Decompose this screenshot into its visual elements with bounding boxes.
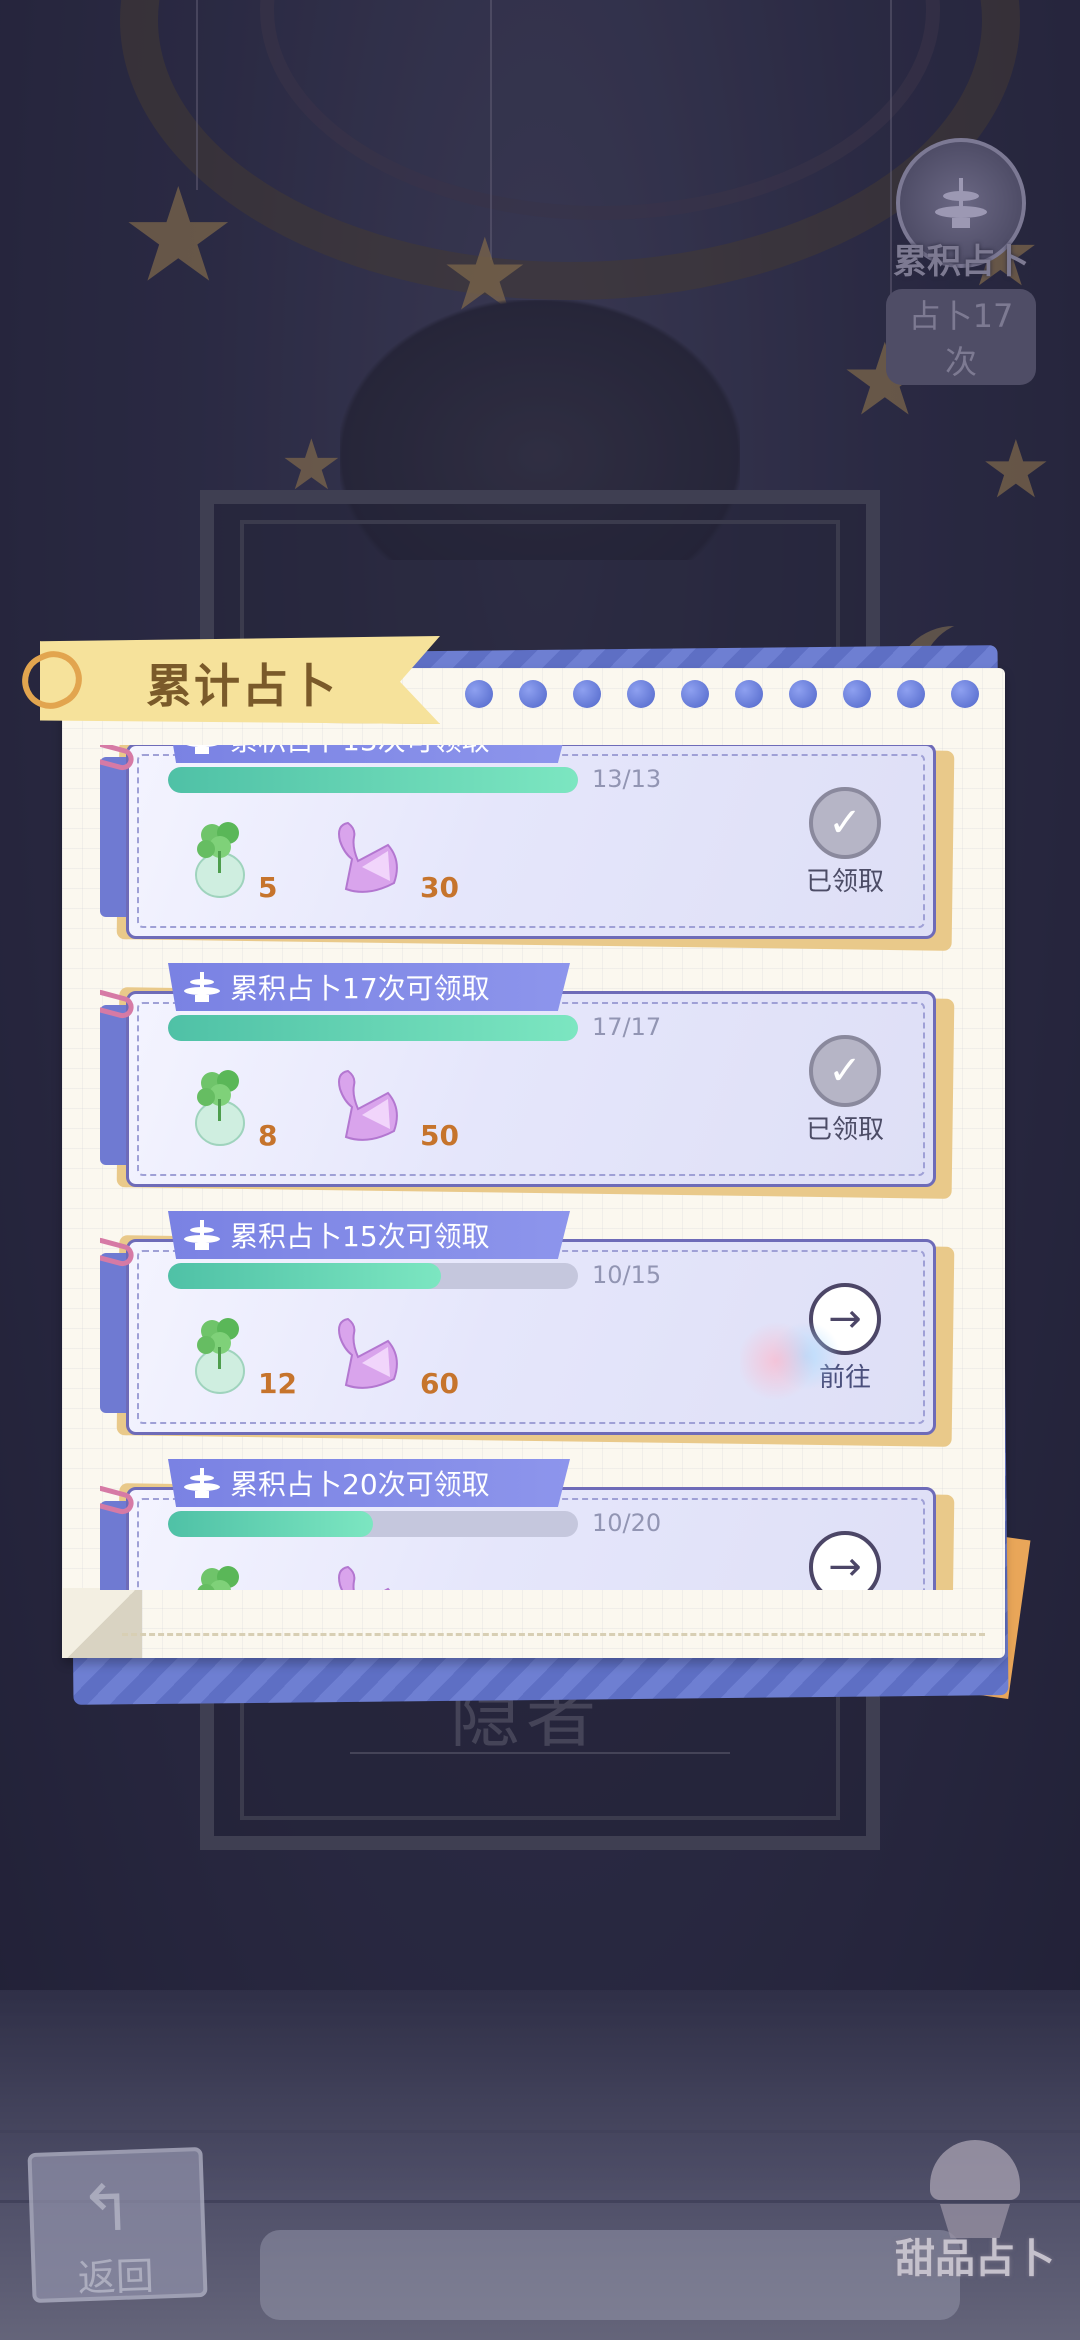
badge-count: 占卜17次 xyxy=(886,289,1036,385)
back-arrow-icon: ↰ xyxy=(78,2171,135,2248)
progress-bar xyxy=(168,1511,578,1537)
task-header: 累积占卜20次可领取 xyxy=(168,1459,570,1507)
task-header: 累积占卜13次可领取 xyxy=(168,745,570,763)
panel-title: 累计占卜 xyxy=(146,659,338,713)
binder-ring xyxy=(681,680,709,708)
claimed-button[interactable]: ✓ 已领取 xyxy=(790,787,900,898)
badge-label: 累积占卜 xyxy=(893,242,1029,282)
task-title: 累积占卜17次可领取 xyxy=(230,972,490,1005)
reward-qty: 50 xyxy=(420,1119,459,1152)
task-list[interactable]: 累积占卜13次可领取 13/13 5 30 ✓ 已领取 xyxy=(100,745,980,1590)
fountain-icon xyxy=(184,972,220,1002)
panel-title-tag: 累计占卜 xyxy=(40,636,440,724)
back-label: 返回 xyxy=(77,2253,155,2301)
binder-ring xyxy=(789,680,817,708)
task-card-1: 累积占卜13次可领取 13/13 5 30 ✓ 已领取 xyxy=(100,745,960,951)
task-header: 累积占卜15次可领取 xyxy=(168,1211,570,1259)
progress-bar xyxy=(168,1263,578,1289)
crystal-swan-icon xyxy=(338,821,398,893)
progress-fill xyxy=(168,1511,373,1537)
task-title: 累积占卜20次可领取 xyxy=(230,1468,490,1501)
binder-ring xyxy=(627,680,655,708)
task-header: 累积占卜17次可领取 xyxy=(168,963,570,1011)
progress-text: 13/13 xyxy=(592,765,662,793)
claimed-button[interactable]: ✓ 已领取 xyxy=(790,1035,900,1146)
task-list-track: 累积占卜13次可领取 13/13 5 30 ✓ 已领取 xyxy=(100,745,980,1590)
clover-vase-icon xyxy=(195,1070,245,1146)
task-card-2: 累积占卜17次可领取 17/17 8 50 ✓ 已领取 xyxy=(100,963,960,1199)
arrow-right-icon: → xyxy=(809,1531,881,1590)
reward-qty: 60 xyxy=(420,1367,459,1400)
back-button[interactable]: ↰ 返回 xyxy=(27,2146,208,2304)
reward-item[interactable]: 12 xyxy=(182,1307,302,1407)
binder-ring xyxy=(843,680,871,708)
status-label: 已领取 xyxy=(805,1115,884,1145)
reward-item[interactable] xyxy=(182,1555,302,1590)
fountain-icon xyxy=(184,1468,220,1498)
progress-fill xyxy=(168,1015,578,1041)
clover-vase-icon xyxy=(195,1318,245,1394)
bottom-bar xyxy=(260,2230,960,2320)
task-title: 累积占卜15次可领取 xyxy=(230,1220,490,1253)
fountain-icon xyxy=(184,745,220,754)
task-title: 累积占卜13次可领取 xyxy=(230,745,490,759)
reward-item[interactable]: 30 xyxy=(328,811,459,911)
crystal-swan-icon xyxy=(338,1565,391,1590)
binder-ring xyxy=(465,680,493,708)
check-icon: ✓ xyxy=(809,787,881,859)
progress-fill xyxy=(168,1263,442,1289)
reward-item[interactable]: 60 xyxy=(328,1307,459,1407)
binder-ring xyxy=(735,680,763,708)
binder-ring xyxy=(573,680,601,708)
sparkle-effect xyxy=(740,1311,860,1411)
cupcake-icon xyxy=(930,2140,1020,2240)
reward-item[interactable]: 5 xyxy=(182,811,302,911)
binder-ring xyxy=(519,680,547,708)
progress-bar xyxy=(168,1015,578,1041)
go-button[interactable]: → xyxy=(790,1531,900,1590)
task-card-3: 累积占卜15次可领取 10/15 12 60 → 前往 xyxy=(100,1211,960,1447)
reward-item[interactable]: 50 xyxy=(328,1059,459,1159)
panel-dashed-line xyxy=(122,1633,985,1636)
clover-vase-icon xyxy=(197,1566,239,1590)
reward-item[interactable]: 8 xyxy=(182,1059,302,1159)
binder-ring xyxy=(897,680,925,708)
clover-vase-icon xyxy=(195,822,245,898)
progress-text: 10/20 xyxy=(592,1509,662,1537)
binder-ring xyxy=(951,680,979,708)
progress-text: 10/15 xyxy=(592,1261,662,1289)
progress-bar xyxy=(168,767,578,793)
progress-fill xyxy=(168,767,578,793)
status-label: 已领取 xyxy=(805,867,884,897)
reward-qty: 30 xyxy=(420,871,459,904)
reward-qty: 12 xyxy=(258,1367,297,1400)
task-card-4: 累积占卜20次可领取 10/20 → xyxy=(100,1459,960,1590)
page-fold xyxy=(62,1588,142,1658)
crystal-swan-icon xyxy=(338,1317,398,1389)
reward-qty: 5 xyxy=(258,871,278,904)
check-icon: ✓ xyxy=(809,1035,881,1107)
cumulative-divination-badge[interactable]: 累积占卜 占卜17次 xyxy=(886,138,1036,385)
progress-text: 17/17 xyxy=(592,1013,662,1041)
reward-item[interactable] xyxy=(328,1555,448,1590)
fountain-icon xyxy=(184,1220,220,1250)
crystal-swan-icon xyxy=(338,1069,398,1141)
dessert-divination-button[interactable]: 甜品占卜 xyxy=(890,2140,1060,2310)
binder-rings xyxy=(465,680,979,708)
reward-qty: 8 xyxy=(258,1119,278,1152)
